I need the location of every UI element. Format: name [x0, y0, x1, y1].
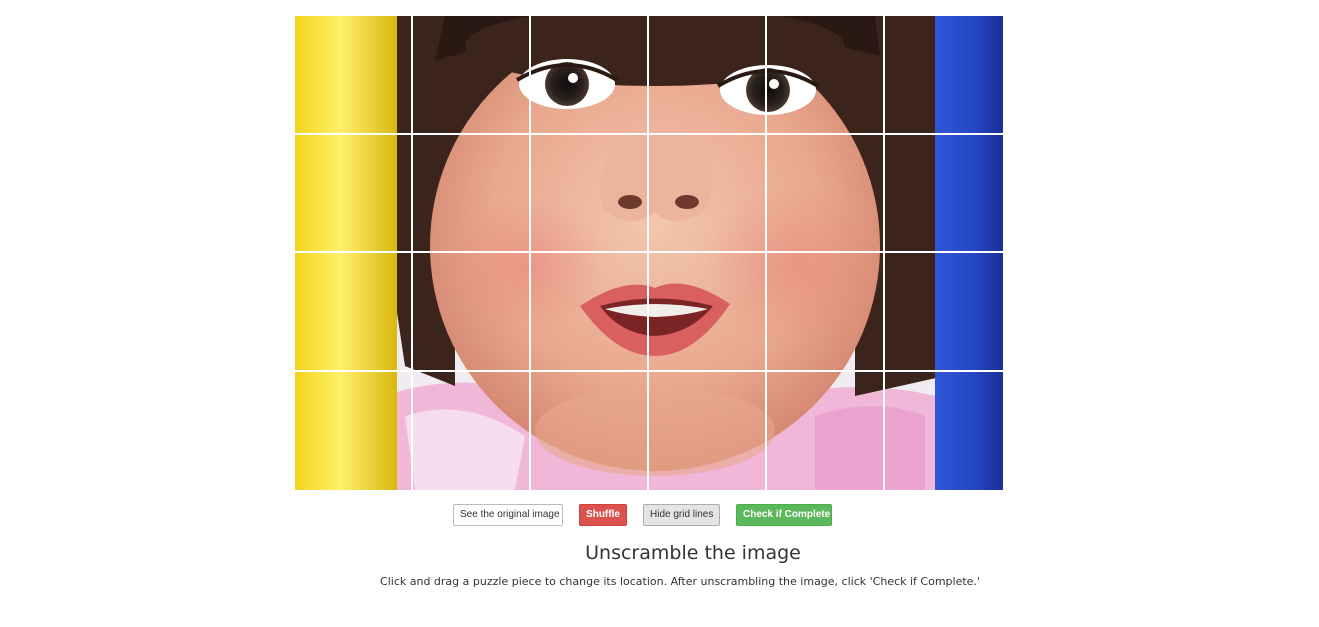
puzzle-piece[interactable] [531, 253, 649, 372]
puzzle-piece[interactable] [885, 135, 1003, 253]
puzzle-piece[interactable] [767, 134, 885, 253]
puzzle-piece[interactable] [295, 253, 413, 372]
puzzle-piece[interactable] [649, 16, 767, 135]
hide-grid-lines-button[interactable]: Hide grid lines [643, 504, 720, 526]
puzzle-piece[interactable] [885, 16, 1003, 135]
puzzle-piece[interactable] [885, 372, 1003, 491]
check-complete-button[interactable]: Check if Complete [736, 504, 832, 526]
puzzle-piece[interactable] [767, 16, 885, 135]
instructions-text: Click and drag a puzzle piece to change … [380, 575, 980, 588]
puzzle-piece[interactable] [885, 253, 1003, 372]
puzzle-piece[interactable] [413, 253, 531, 372]
puzzle-piece[interactable] [649, 371, 767, 490]
shuffle-button[interactable]: Shuffle [579, 504, 627, 526]
puzzle-piece[interactable] [649, 134, 767, 253]
puzzle-piece[interactable] [295, 371, 413, 490]
see-original-button[interactable]: See the original image [453, 504, 563, 526]
puzzle-piece[interactable] [649, 253, 767, 372]
puzzle-piece[interactable] [531, 16, 649, 135]
puzzle-piece[interactable] [767, 253, 885, 372]
puzzle-piece[interactable] [413, 16, 531, 135]
puzzle-piece[interactable] [295, 16, 413, 135]
puzzle-piece[interactable] [413, 134, 531, 253]
puzzle-board [295, 16, 1003, 490]
puzzle-grid [295, 16, 1003, 490]
puzzle-controls: See the original image Shuffle Hide grid… [0, 504, 1319, 526]
puzzle-piece[interactable] [295, 134, 413, 253]
page-title: Unscramble the image [585, 542, 801, 564]
puzzle-piece[interactable] [413, 371, 531, 490]
puzzle-piece[interactable] [531, 371, 649, 490]
puzzle-area [295, 16, 1003, 490]
puzzle-piece[interactable] [767, 371, 885, 490]
puzzle-piece[interactable] [531, 134, 649, 253]
